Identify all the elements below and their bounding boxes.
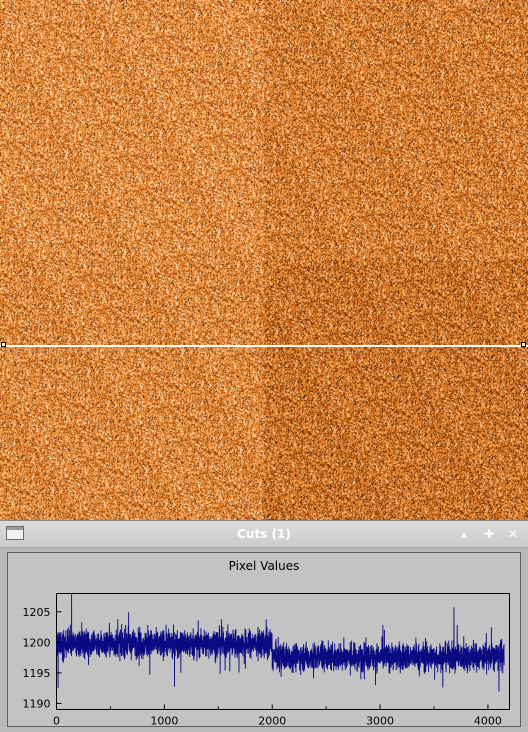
pixel-values-plot: Pixel Values 0 1000 2000 3000 4000 1190 1195 12… <box>23 559 510 727</box>
x-tick-label: 3000 <box>366 715 394 727</box>
plot-frame: Pixel Values 0 1000 2000 3000 4000 1190 1195 12… <box>7 552 521 727</box>
x-tick-label: 4000 <box>474 715 502 727</box>
cuts-window: Cuts (1) ▴ ✚ ✕ Pixel Values 0 1000 2000 300… <box>0 520 528 732</box>
plot-title: Pixel Values <box>229 559 300 573</box>
y-tick-label: 1200 <box>23 636 51 649</box>
pin-button[interactable]: ✚ <box>479 524 499 544</box>
shade-button[interactable]: ▴ <box>454 524 474 544</box>
close-button[interactable]: ✕ <box>503 524 523 544</box>
cut-right-handle[interactable] <box>521 342 526 347</box>
x-tick-label: 1000 <box>150 715 178 727</box>
y-tick-label: 1205 <box>23 606 51 619</box>
y-tick-label: 1195 <box>23 667 51 680</box>
astronomical-image[interactable] <box>0 0 528 520</box>
x-tick-label: 2000 <box>258 715 286 727</box>
x-tick-label: 0 <box>53 715 60 727</box>
image-viewer[interactable] <box>0 0 528 520</box>
cut-left-handle[interactable] <box>1 342 6 347</box>
cut-line[interactable] <box>0 345 528 347</box>
y-tick-label: 1190 <box>23 697 51 710</box>
window-titlebar[interactable]: Cuts (1) ▴ ✚ ✕ <box>0 521 528 548</box>
window-title: Cuts (1) <box>237 527 291 541</box>
